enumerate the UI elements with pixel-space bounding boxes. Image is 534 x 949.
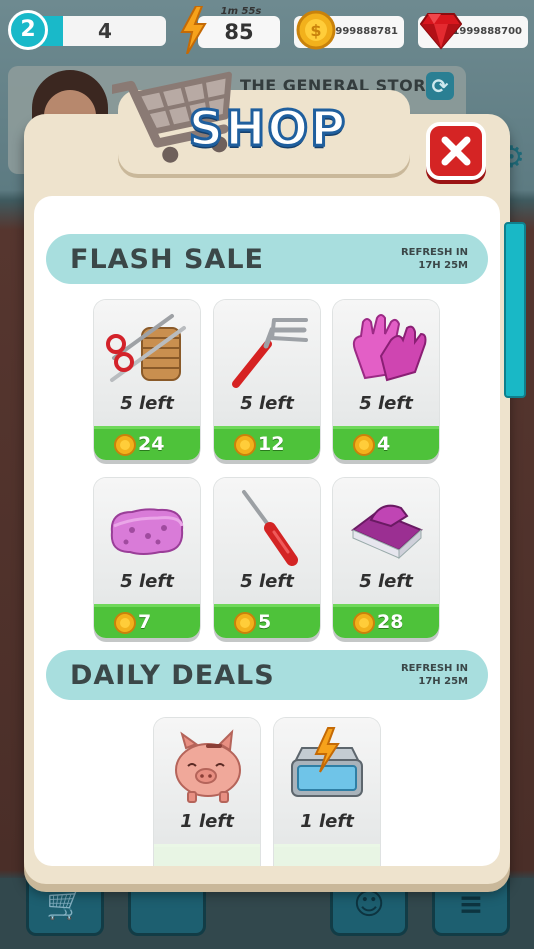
item-stock: 5 left: [240, 571, 294, 592]
shop-item-card[interactable]: 1 left: [274, 718, 380, 866]
nav-menu-icon[interactable]: ≡: [432, 878, 510, 936]
shop-item-card[interactable]: 5 left 28: [333, 478, 439, 638]
shop-title: SHOP: [187, 100, 348, 159]
daily-deals-refresh-timer: REFRESH IN 17H 25M: [378, 662, 468, 688]
buy-button[interactable]: 7: [94, 604, 200, 638]
garden-fork-icon: [232, 318, 308, 388]
close-button[interactable]: [426, 122, 486, 180]
coin-icon: [234, 612, 256, 634]
energy-chest-icon: [291, 727, 363, 797]
flash-sale-refresh-timer: REFRESH IN 17H 25M: [378, 246, 468, 272]
shop-item-card[interactable]: 5 left 4: [333, 300, 439, 460]
daily-deals-header: DAILY DEALS REFRESH IN 17H 25M: [46, 650, 488, 700]
coin-icon: [114, 612, 136, 634]
nav-inventory-icon[interactable]: [128, 878, 206, 936]
item-stock: 5 left: [120, 571, 174, 592]
scrollbar-thumb[interactable]: [504, 222, 526, 398]
shop-item-card[interactable]: 5 left 12: [214, 300, 320, 460]
item-price: 4: [377, 433, 391, 455]
bottom-nav-bar: 🛒 ☺ ≡: [0, 878, 534, 949]
buy-button[interactable]: 5: [214, 604, 320, 638]
item-price: 12: [258, 433, 285, 455]
buy-button[interactable]: 28: [333, 604, 439, 638]
shop-item-card[interactable]: 5 left 5: [214, 478, 320, 638]
background-refresh-icon: ⟳: [426, 72, 454, 100]
flash-sale-header: FLASH SALE REFRESH IN 17H 25M: [46, 234, 488, 284]
item-stock: 1 left: [180, 811, 234, 832]
energy-value: 85: [224, 20, 254, 44]
scrub-brush-icon: [351, 504, 423, 560]
coin-icon: [234, 434, 256, 456]
item-price: 7: [138, 611, 152, 633]
screwdriver-icon: [242, 490, 298, 566]
energy-timer: 1m 55s: [220, 6, 262, 17]
shop-item-card[interactable]: 5 left 7: [94, 478, 200, 638]
level-badge[interactable]: 2: [8, 10, 48, 50]
shop-content-panel: FLASH SALE REFRESH IN 17H 25M 5 left 24: [34, 196, 500, 866]
coin-icon: [353, 434, 375, 456]
sewing-kit-icon: [106, 314, 186, 382]
coin-icon: [114, 434, 136, 456]
item-stock: 5 left: [120, 393, 174, 414]
refresh-label-line1: REFRESH IN: [400, 247, 468, 258]
buy-button[interactable]: [274, 844, 380, 866]
item-stock: 1 left: [300, 811, 354, 832]
item-stock: 5 left: [240, 393, 294, 414]
shop-item-card[interactable]: 1 left: [154, 718, 260, 866]
daily-deals-title: DAILY DEALS: [70, 660, 275, 691]
lightning-icon: [180, 6, 207, 54]
item-stock: 5 left: [359, 571, 413, 592]
item-price: 28: [377, 611, 404, 633]
item-price: 24: [138, 433, 165, 455]
refresh-label-line2: 17H 25M: [418, 676, 468, 687]
sponge-icon: [110, 508, 184, 555]
item-price: 5: [258, 611, 272, 633]
ruby-gem-icon: [420, 13, 462, 50]
coin-icon: $: [296, 10, 336, 50]
item-stock: 5 left: [359, 393, 413, 414]
refresh-label-line1: REFRESH IN: [400, 663, 468, 674]
shop-item-card[interactable]: 5 left 24: [94, 300, 200, 460]
close-icon: [441, 136, 471, 166]
buy-button[interactable]: 24: [94, 426, 200, 460]
nav-profile-icon[interactable]: ☺: [330, 878, 408, 936]
nav-cart-icon[interactable]: 🛒: [26, 878, 104, 936]
coin-icon: [353, 612, 375, 634]
buy-button[interactable]: 4: [333, 426, 439, 460]
piggy-bank-icon: [175, 729, 241, 803]
buy-button[interactable]: 12: [214, 426, 320, 460]
flash-sale-title: FLASH SALE: [70, 244, 264, 275]
refresh-label-line2: 17H 25M: [418, 260, 468, 271]
gloves-icon: [352, 314, 427, 382]
xp-value: 4: [98, 19, 112, 43]
buy-button[interactable]: [154, 844, 260, 866]
svg-text:$: $: [310, 21, 321, 40]
